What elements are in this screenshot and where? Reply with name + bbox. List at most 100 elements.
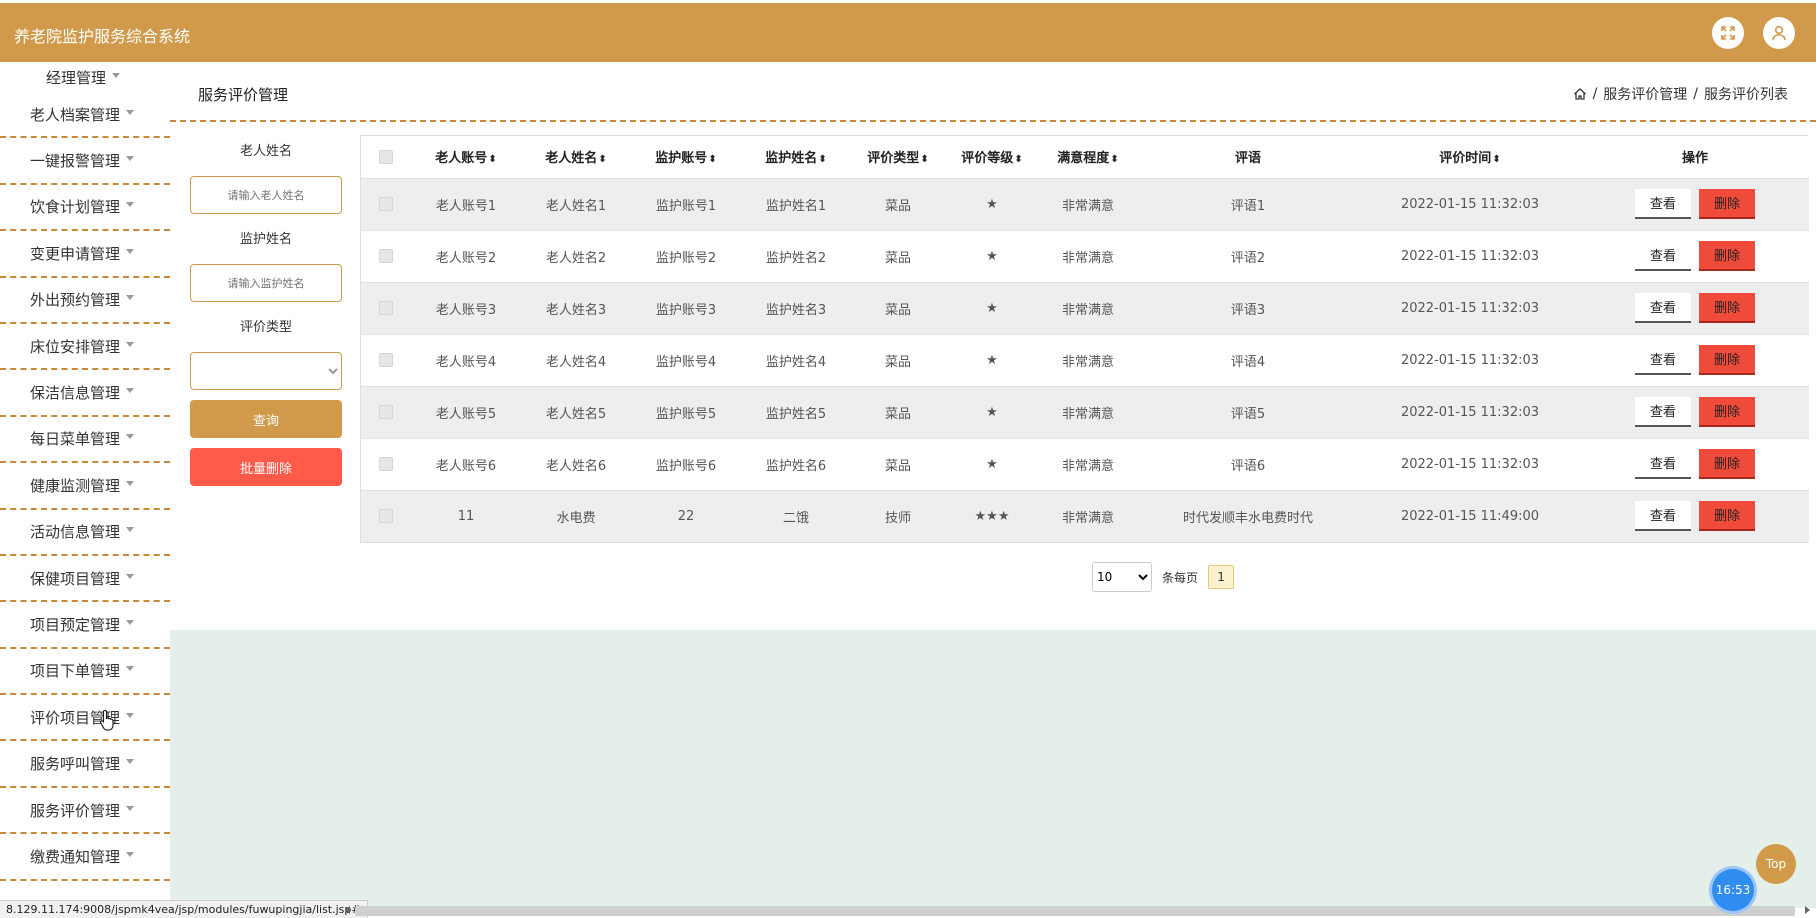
sidebar-item-label: 活动信息管理 xyxy=(30,523,121,542)
header-elder-name[interactable]: 老人姓名⬍ xyxy=(521,136,631,178)
cell-eval-type: 菜品 xyxy=(851,177,945,230)
scroll-left-icon[interactable] xyxy=(345,906,350,914)
view-button[interactable]: 查看 xyxy=(1635,189,1691,219)
cell-eval-type: 菜品 xyxy=(851,385,945,438)
query-button[interactable]: 查询 xyxy=(190,400,342,438)
elder-name-input[interactable] xyxy=(190,176,342,214)
sidebar-item-diet-plan[interactable]: 饮食计划管理 xyxy=(0,185,170,232)
header-eval-type[interactable]: 评价类型⬍ xyxy=(851,136,945,178)
view-button[interactable]: 查看 xyxy=(1635,345,1691,375)
breadcrumb-item-module[interactable]: 服务评价管理 xyxy=(1603,84,1687,104)
sidebar-item-service-call[interactable]: 服务呼叫管理 xyxy=(0,741,170,788)
back-to-top-button[interactable]: Top xyxy=(1756,844,1796,884)
sort-icon[interactable]: ⬍ xyxy=(818,154,826,165)
header-label: 老人账号 xyxy=(435,151,488,167)
row-checkbox[interactable] xyxy=(379,197,393,211)
sort-icon[interactable]: ⬍ xyxy=(1014,154,1022,165)
cell-guardian-account: 监护账号3 xyxy=(631,281,741,334)
sidebar-item-label: 保健项目管理 xyxy=(30,569,121,588)
row-checkbox[interactable] xyxy=(379,457,393,471)
sidebar-item-label: 项目下单管理 xyxy=(30,662,121,681)
cell-eval-time: 2022-01-15 11:32:03 xyxy=(1359,229,1581,282)
sort-icon[interactable]: ⬍ xyxy=(1492,154,1500,165)
table-row: 老人账号2 老人姓名2 监护账号2 监护姓名2 菜品 ★ 非常满意 评语2 2022-01-15… xyxy=(361,229,1809,282)
sidebar-item-daily-menu[interactable]: 每日菜单管理 xyxy=(0,417,170,464)
row-select-cell[interactable] xyxy=(361,281,411,334)
sidebar-item-manager[interactable]: 经理管理 xyxy=(0,62,170,92)
table-body: 老人账号1 老人姓名1 监护账号1 监护姓名1 菜品 ★ 非常满意 评语1 2022-01-15… xyxy=(361,177,1809,542)
sort-icon[interactable]: ⬍ xyxy=(708,154,716,165)
row-select-cell[interactable] xyxy=(361,489,411,542)
sidebar-item-label: 健康监测管理 xyxy=(30,476,121,495)
sidebar-item-activity[interactable]: 活动信息管理 xyxy=(0,510,170,556)
select-all-checkbox[interactable] xyxy=(379,149,393,164)
header-elder-account[interactable]: 老人账号⬍ xyxy=(411,136,521,178)
sidebar-item-change-request[interactable]: 变更申请管理 xyxy=(0,231,170,278)
delete-button[interactable]: 删除 xyxy=(1699,449,1755,479)
batch-delete-button[interactable]: 批量删除 xyxy=(190,448,342,486)
header-guardian-account[interactable]: 监护账号⬍ xyxy=(631,136,741,178)
sidebar-item-project-order[interactable]: 项目下单管理 xyxy=(0,649,170,696)
sidebar-item-alarm[interactable]: 一键报警管理 xyxy=(0,138,170,185)
sidebar-item-project-booking[interactable]: 项目预定管理 xyxy=(0,602,170,649)
eval-type-select[interactable] xyxy=(190,352,342,390)
header-label: 操作 xyxy=(1681,151,1708,167)
sidebar-item-care-project[interactable]: 保健项目管理 xyxy=(0,556,170,603)
sidebar-item-cleaning[interactable]: 保洁信息管理 xyxy=(0,370,170,417)
row-select-cell[interactable] xyxy=(361,333,411,386)
row-select-cell[interactable] xyxy=(361,229,411,282)
sort-icon[interactable]: ⬍ xyxy=(488,154,496,165)
cell-eval-level: ★★★ xyxy=(945,489,1039,542)
row-checkbox[interactable] xyxy=(379,353,393,367)
page-size-select[interactable]: 10 xyxy=(1092,562,1152,592)
user-button[interactable] xyxy=(1763,17,1795,49)
sidebar-item-elder-archive[interactable]: 老人档案管理 xyxy=(0,92,170,139)
scroll-right-icon[interactable] xyxy=(1805,906,1810,914)
header-label: 监护姓名 xyxy=(765,151,818,167)
sidebar-item-health[interactable]: 健康监测管理 xyxy=(0,463,170,510)
delete-button[interactable]: 删除 xyxy=(1699,345,1755,375)
header-guardian-name[interactable]: 监护姓名⬍ xyxy=(741,136,851,178)
cell-guardian-name: 监护姓名6 xyxy=(741,437,851,490)
delete-button[interactable]: 删除 xyxy=(1699,501,1755,532)
sidebar-item-outing[interactable]: 外出预约管理 xyxy=(0,278,170,324)
delete-button[interactable]: 删除 xyxy=(1699,293,1755,323)
row-select-cell[interactable] xyxy=(361,385,411,438)
home-icon[interactable] xyxy=(1573,87,1587,101)
view-button[interactable]: 查看 xyxy=(1635,501,1691,532)
view-button[interactable]: 查看 xyxy=(1635,293,1691,323)
row-checkbox[interactable] xyxy=(379,249,393,263)
cell-actions: 查看 删除 xyxy=(1581,177,1809,230)
row-select-cell[interactable] xyxy=(361,177,411,230)
sidebar-item-label: 床位安排管理 xyxy=(30,337,121,356)
sort-icon[interactable]: ⬍ xyxy=(598,154,606,165)
sidebar-item-bed[interactable]: 床位安排管理 xyxy=(0,324,170,371)
view-button[interactable]: 查看 xyxy=(1635,449,1691,479)
delete-button[interactable]: 删除 xyxy=(1699,241,1755,271)
cell-elder-name: 老人姓名6 xyxy=(521,437,631,490)
sidebar-item-payment-notice[interactable]: 缴费通知管理 xyxy=(0,834,170,881)
header-eval-level[interactable]: 评价等级⬍ xyxy=(945,136,1039,178)
row-checkbox[interactable] xyxy=(379,405,393,419)
sidebar-item-eval-project[interactable]: 评价项目管理 xyxy=(0,695,170,742)
sort-icon[interactable]: ⬍ xyxy=(1110,154,1118,165)
view-button[interactable]: 查看 xyxy=(1635,397,1691,427)
horizontal-scrollbar[interactable] xyxy=(355,906,1795,916)
caret-down-icon xyxy=(126,480,135,486)
guardian-name-input[interactable] xyxy=(190,264,342,302)
sort-icon[interactable]: ⬍ xyxy=(920,154,928,165)
row-select-cell[interactable] xyxy=(361,437,411,490)
header-satisfaction[interactable]: 满意程度⬍ xyxy=(1039,136,1137,178)
header-eval-time[interactable]: 评价时间⬍ xyxy=(1359,136,1581,178)
fullscreen-button[interactable] xyxy=(1712,17,1744,49)
row-checkbox[interactable] xyxy=(379,509,393,524)
cell-guardian-account: 监护账号4 xyxy=(631,333,741,386)
page-number-current[interactable]: 1 xyxy=(1208,565,1235,589)
row-checkbox[interactable] xyxy=(379,301,393,315)
view-button[interactable]: 查看 xyxy=(1635,241,1691,271)
sidebar-item-service-eval[interactable]: 服务评价管理 xyxy=(0,788,170,835)
delete-button[interactable]: 删除 xyxy=(1699,397,1755,427)
header-select-all[interactable] xyxy=(361,136,411,178)
cell-guardian-account: 监护账号1 xyxy=(631,177,741,230)
delete-button[interactable]: 删除 xyxy=(1699,189,1755,219)
